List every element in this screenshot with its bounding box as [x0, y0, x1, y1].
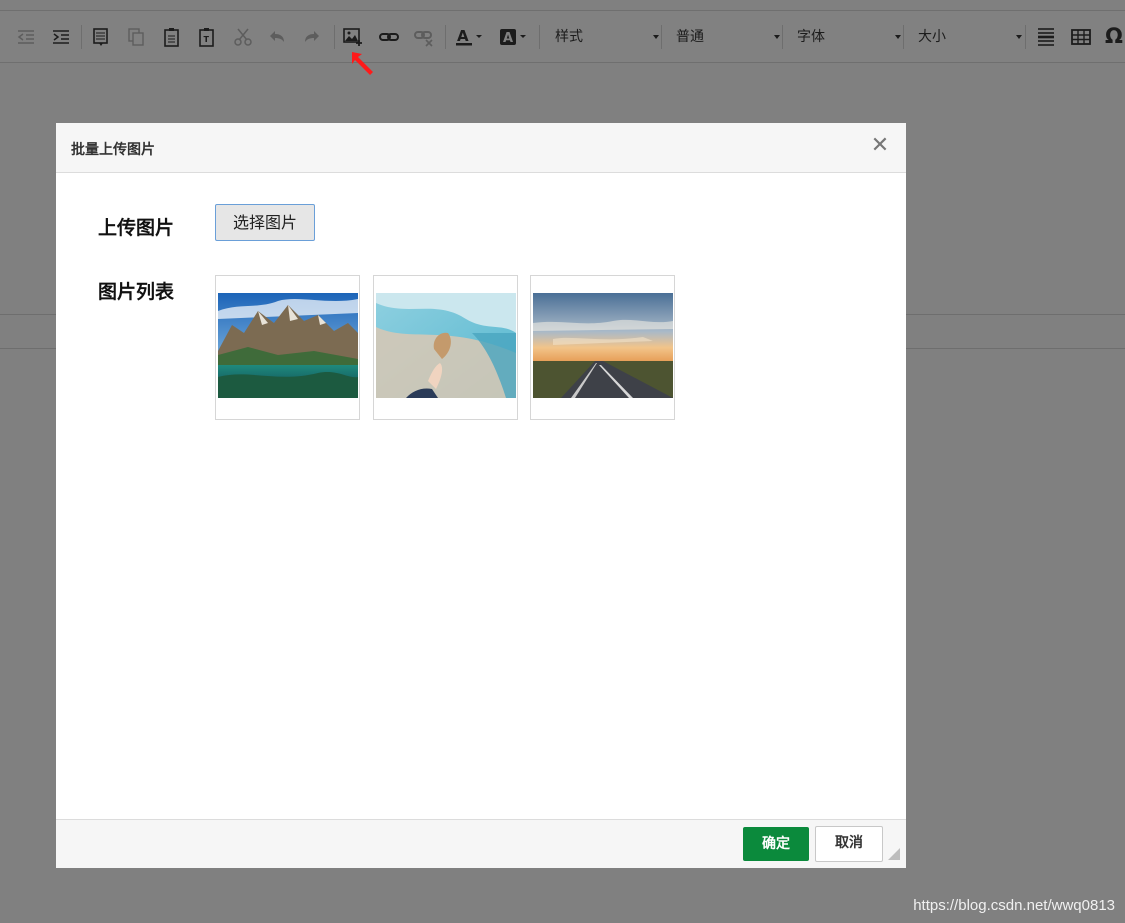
watermark: https://blog.csdn.net/wwq0813 — [913, 897, 1115, 914]
unlink-icon[interactable] — [413, 27, 435, 47]
image-list-label: 图片列表 — [98, 281, 175, 303]
cut-icon[interactable] — [232, 27, 254, 47]
horizontal-rule-icon[interactable] — [1035, 27, 1057, 47]
redo-icon[interactable] — [301, 27, 323, 47]
cancel-button[interactable]: 取消 — [815, 826, 883, 862]
mountain-lake-image — [218, 293, 358, 398]
link-icon[interactable] — [378, 27, 400, 47]
paste-word-icon[interactable]: T — [196, 27, 218, 47]
batch-upload-dialog: 批量上传图片 ✕ 上传图片 选择图片 图片列表 确定 取消 — [56, 123, 906, 868]
style-select[interactable]: 样式 — [555, 25, 663, 49]
svg-text:A: A — [457, 27, 469, 45]
image-thumbnail-beach[interactable] — [373, 275, 518, 420]
svg-text:T: T — [204, 35, 210, 44]
chevron-down-icon — [653, 35, 659, 39]
font-select[interactable]: 字体 — [797, 25, 905, 49]
confirm-button[interactable]: 确定 — [743, 827, 809, 861]
beach-shell-image — [376, 293, 516, 398]
size-select[interactable]: 大小 — [918, 25, 1026, 49]
dialog-footer: 确定 取消 — [56, 819, 906, 868]
svg-text:A: A — [503, 31, 513, 46]
paste-text-icon[interactable] — [90, 27, 112, 47]
font-color-icon[interactable]: A — [455, 27, 485, 47]
undo-icon[interactable] — [266, 27, 288, 47]
chevron-down-icon — [1016, 35, 1022, 39]
size-select-label: 大小 — [918, 29, 946, 45]
paste-icon[interactable] — [161, 27, 183, 47]
font-select-label: 字体 — [797, 29, 825, 45]
paragraph-select-label: 普通 — [676, 29, 704, 45]
copy-icon[interactable] — [125, 27, 147, 47]
highlight-arrow-icon — [352, 52, 373, 75]
background-color-icon[interactable]: A — [499, 27, 529, 47]
close-icon[interactable]: ✕ — [870, 135, 890, 157]
chevron-down-icon — [895, 35, 901, 39]
dialog-title: 批量上传图片 — [71, 142, 155, 158]
image-thumbnail-mountain[interactable] — [215, 275, 360, 420]
indent-decrease-icon[interactable] — [15, 27, 37, 47]
image-thumbnail-road[interactable] — [530, 275, 675, 420]
table-icon[interactable] — [1070, 27, 1092, 47]
upload-label: 上传图片 — [98, 217, 175, 239]
dialog-header: 批量上传图片 ✕ — [56, 123, 906, 173]
sunset-road-image — [533, 293, 673, 398]
special-char-icon[interactable]: Ω — [1105, 24, 1125, 48]
resize-handle-icon[interactable] — [888, 848, 900, 860]
insert-image-icon[interactable] — [342, 27, 364, 47]
style-select-label: 样式 — [555, 29, 583, 45]
indent-increase-icon[interactable] — [50, 27, 72, 47]
chevron-down-icon — [774, 35, 780, 39]
paragraph-select[interactable]: 普通 — [676, 25, 784, 49]
editor-toolbar: T A A 样式 普通 字体 大小 Ω — [0, 10, 1125, 63]
select-images-button[interactable]: 选择图片 — [215, 204, 315, 241]
